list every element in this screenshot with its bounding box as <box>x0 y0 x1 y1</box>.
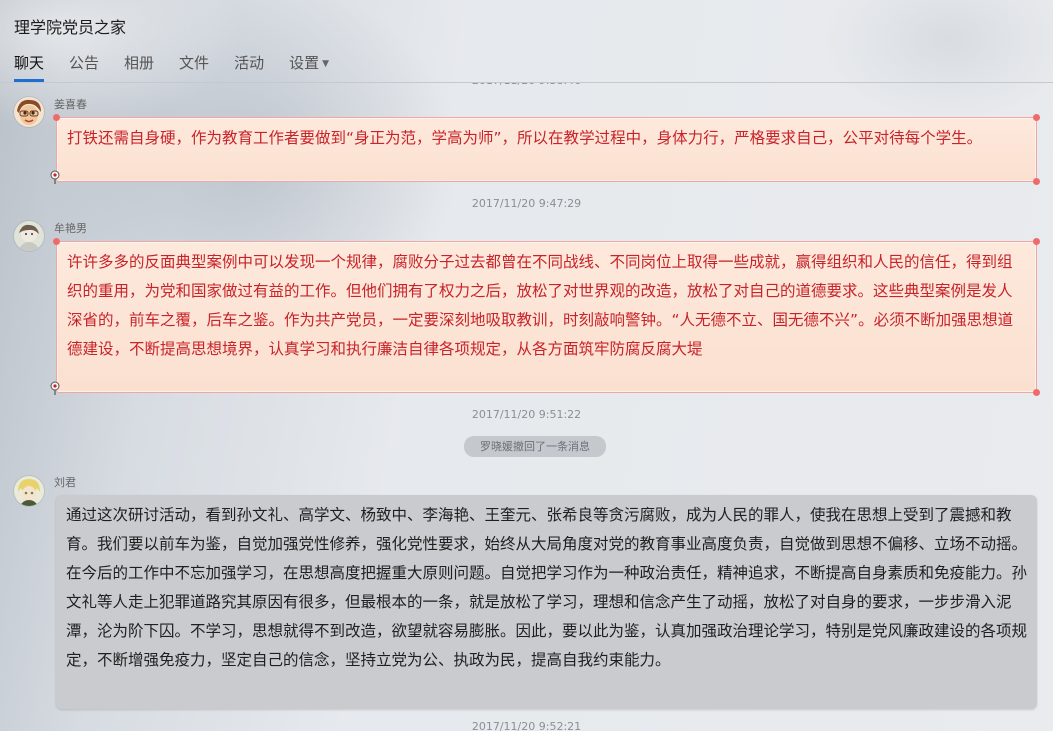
tab-announcements[interactable]: 公告 <box>69 52 99 82</box>
tab-label: 公告 <box>69 54 100 72</box>
timestamp: 2017/11/20 9:47:29 <box>471 197 582 210</box>
tab-label: 活动 <box>234 54 265 72</box>
sender-name[interactable]: 姜喜春 <box>54 96 87 112</box>
avatar[interactable] <box>14 221 44 251</box>
caret-down-icon: ▼ <box>322 59 330 69</box>
tab-activities[interactable]: 活动 <box>234 52 264 82</box>
group-header: 理学院党员之家 聊天 公告 相册 文件 活动 设置 ▼ <box>0 0 1053 82</box>
tab-label: 文件 <box>179 54 210 72</box>
sender-name[interactable]: 刘君 <box>54 474 76 490</box>
bubble-corner-dot <box>1033 389 1040 396</box>
message-bubble[interactable]: 打铁还需自身硬，作为教育工作者要做到“身正为范，学高为师”，所以在教学过程中，身… <box>50 114 1040 185</box>
tab-settings[interactable]: 设置 ▼ <box>289 52 329 82</box>
message-text: 打铁还需自身硬，作为教育工作者要做到“身正为范，学高为师”，所以在教学过程中，身… <box>67 129 983 147</box>
message-bubble[interactable]: 许许多多的反面典型案例中可以发现一个规律，腐败分子过去都曾在不同战线、不同岗位上… <box>50 238 1040 396</box>
chat-area[interactable]: 2017/11/20 9:38:46 姜喜春 打铁还需自身硬，作为教育工作者要做… <box>0 83 1053 731</box>
timestamp: 2017/11/20 9:51:22 <box>471 408 582 421</box>
bubble-corner-dot <box>53 238 60 245</box>
timestamp-cut: 2017/11/20 9:38:46 <box>0 83 1053 87</box>
avatar[interactable] <box>14 476 44 506</box>
bubble-corner-dot <box>1033 238 1040 245</box>
message-text: 许许多多的反面典型案例中可以发现一个规律，腐败分子过去都曾在不同战线、不同岗位上… <box>67 253 1014 358</box>
message-text: 通过这次研讨活动，看到孙文礼、高学文、杨致中、李海艳、王奎元、张希良等贪污腐败，… <box>66 506 1028 669</box>
tab-bar: 聊天 公告 相册 文件 活动 设置 ▼ <box>14 52 354 82</box>
pin-icon <box>50 381 60 395</box>
timestamp: 2017/11/20 9:52:21 <box>471 720 582 731</box>
avatar[interactable] <box>14 97 44 127</box>
bubble-corner-dot <box>1033 178 1040 185</box>
tab-album[interactable]: 相册 <box>124 52 154 82</box>
tab-files[interactable]: 文件 <box>179 52 209 82</box>
tab-label: 设置 <box>289 54 320 72</box>
pin-icon <box>50 170 60 184</box>
tab-chat[interactable]: 聊天 <box>14 52 45 82</box>
group-title: 理学院党员之家 <box>14 18 127 37</box>
tab-label: 聊天 <box>14 54 45 72</box>
sender-name[interactable]: 牟艳男 <box>54 220 87 236</box>
tab-label: 相册 <box>124 54 155 72</box>
recall-notice: 罗晓媛撤回了一条消息 <box>464 436 606 457</box>
bubble-corner-dot <box>53 114 60 121</box>
message-bubble[interactable]: 通过这次研讨活动，看到孙文礼、高学文、杨致中、李海艳、王奎元、张希良等贪污腐败，… <box>56 495 1037 709</box>
bubble-corner-dot <box>1033 114 1040 121</box>
